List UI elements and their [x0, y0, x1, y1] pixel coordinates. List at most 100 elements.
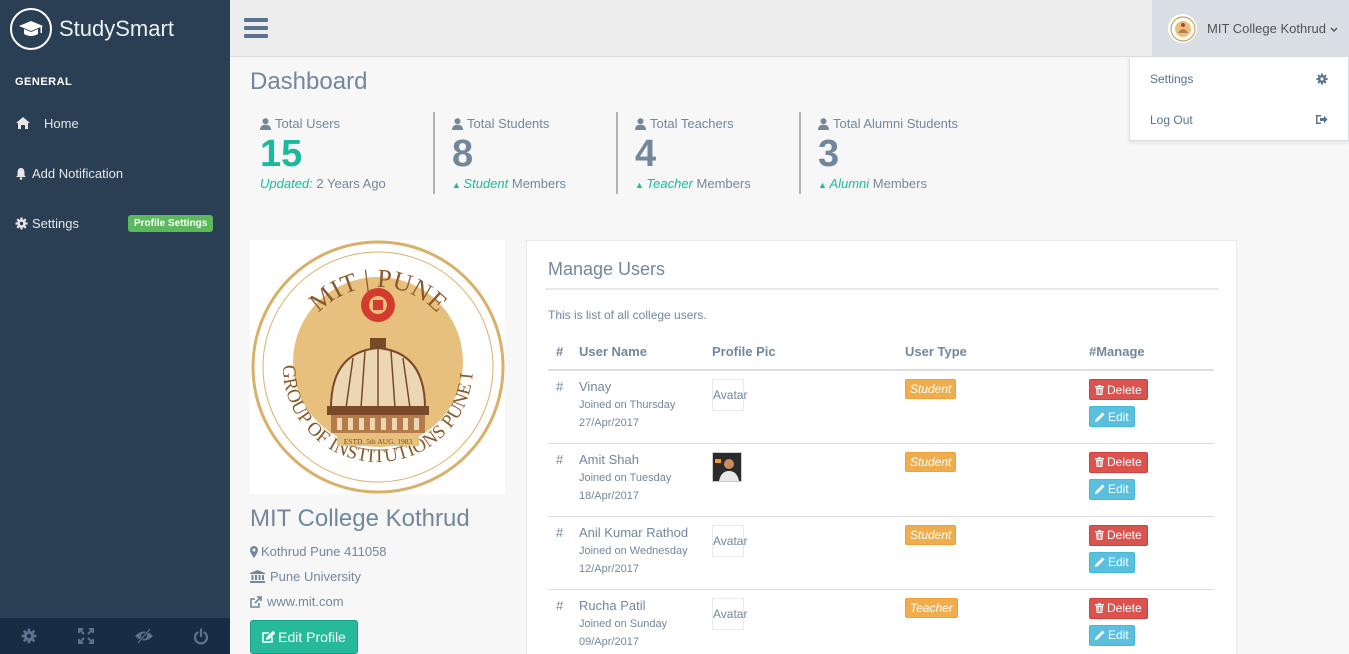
table-row: # Rucha Patil Joined on Sunday 09/Apr/201…	[548, 588, 1214, 654]
joined-day: Joined on Tuesday	[579, 471, 672, 484]
sidebar-item-add-notification[interactable]: Add Notification	[0, 148, 230, 198]
tile-bottom: ▲ Alumni Members	[818, 176, 982, 191]
trash-icon	[1095, 530, 1104, 540]
manage-users-panel: Manage Users This is list of all college…	[526, 240, 1237, 654]
manage-cell: Delete Edit	[1081, 369, 1214, 443]
edit-profile-button[interactable]: Edit Profile	[250, 620, 358, 654]
manage-cell: Delete Edit	[1081, 588, 1214, 654]
user-type-label: Student	[905, 451, 957, 472]
menu-section-title: GENERAL	[15, 76, 73, 88]
edit-button[interactable]: Edit	[1089, 406, 1135, 427]
dropdown-item-logout[interactable]: Log Out	[1130, 99, 1348, 140]
sidebar-item-home[interactable]: Home	[0, 98, 230, 148]
tile-count: 15	[260, 133, 303, 175]
col-profile-pic: Profile Pic	[704, 334, 897, 371]
tile-total-students: Total Students 8 ▲ Student Members	[433, 112, 616, 194]
panel-title: Manage Users	[548, 259, 666, 279]
footer-logout-button[interactable]	[173, 618, 231, 654]
joined-day: Joined on Wednesday	[579, 544, 688, 557]
tile-bottom-highlight: Teacher	[646, 176, 693, 191]
footer-settings-button[interactable]	[0, 618, 58, 654]
panel-divider	[545, 288, 1219, 290]
menu-toggle-icon[interactable]	[244, 18, 268, 38]
user-name: Amit Shah	[579, 451, 639, 467]
external-link-icon	[250, 595, 262, 608]
user-type-label: Teacher	[905, 597, 958, 618]
edit-button[interactable]: Edit	[1089, 551, 1135, 573]
tile-bottom-text: 2 Years Ago	[312, 176, 386, 191]
user-type-cell: Student	[897, 515, 1081, 589]
avatar: Avatar	[712, 524, 747, 557]
home-icon	[15, 116, 37, 130]
pencil-icon	[1095, 557, 1105, 567]
delete-button[interactable]: Delete	[1089, 597, 1148, 619]
edit-label: Edit	[1108, 555, 1129, 569]
delete-label: Delete	[1107, 455, 1142, 469]
edit-label: Edit	[1108, 628, 1129, 642]
caret-up-icon: ▲	[452, 180, 464, 190]
row-number: #	[548, 369, 571, 443]
joined-date: Joined on Sunday 09/Apr/2017	[579, 615, 704, 651]
table-header-row: # User Name Profile Pic User Type #Manag…	[548, 334, 1214, 371]
table-row: # Vinay Joined on Thursday 27/Apr/2017 Av…	[548, 369, 1214, 443]
dropdown-item-label: Settings	[1150, 71, 1194, 86]
caret-up-icon: ▲	[818, 180, 830, 190]
college-logo: MIT | PUNE MIT GROUP OF INSTITUTIONS PUN…	[250, 240, 505, 494]
user-icon	[818, 117, 829, 130]
footer-fullscreen-button[interactable]	[58, 618, 116, 654]
profile-website[interactable]: www.mit.com	[250, 589, 387, 614]
user-avatar	[1168, 14, 1197, 43]
tile-total-alumni: Total Alumni Students 3 ▲ Alumni Members	[799, 112, 982, 194]
user-name-cell: Anil Kumar Rathod Joined on Wednesday 12/…	[571, 515, 704, 589]
bell-icon	[15, 167, 32, 180]
dropdown-item-settings[interactable]: Settings	[1130, 58, 1348, 99]
tile-count: 8	[452, 133, 474, 175]
row-number: #	[548, 515, 571, 589]
sidebar-menu: Home Add Notification Settings Profile S…	[0, 98, 230, 248]
avatar: Avatar	[712, 597, 747, 630]
joined-date-text: 27/Apr/2017	[579, 417, 639, 429]
user-profile-dropdown[interactable]: MIT College Kothrud	[1152, 0, 1349, 57]
user-name-cell: Rucha Patil Joined on Sunday 09/Apr/2017	[571, 588, 704, 654]
tile-bottom: Updated: 2 Years Ago	[260, 176, 433, 191]
top-navbar: MIT College Kothrud	[230, 0, 1349, 57]
delete-label: Delete	[1107, 382, 1142, 397]
edit-label: Edit	[1108, 482, 1129, 496]
edit-button[interactable]: Edit	[1089, 624, 1135, 646]
tile-total-teachers: Total Teachers 4 ▲ Teacher Members	[616, 112, 799, 194]
sidebar-item-label: Home	[44, 115, 79, 131]
row-number: #	[548, 588, 571, 654]
joined-day: Joined on Sunday	[579, 617, 668, 630]
tile-bottom-text: Members	[692, 176, 751, 191]
map-marker-icon	[250, 545, 258, 558]
avatar	[712, 451, 742, 482]
delete-button[interactable]: Delete	[1089, 524, 1148, 546]
brand[interactable]: StudySmart	[0, 0, 230, 58]
joined-date-text: 18/Apr/2017	[579, 489, 639, 502]
joined-day: Joined on Thursday	[579, 399, 676, 411]
logo-estd-text: ESTD. 5th AUG. 1983	[343, 437, 412, 446]
user-name: Rucha Patil	[579, 597, 646, 613]
user-type-cell: Student	[897, 369, 1081, 443]
tile-label-wrap: Total Teachers	[635, 116, 799, 131]
edit-button[interactable]: Edit	[1089, 478, 1135, 500]
tile-bottom: ▲ Teacher Members	[635, 176, 799, 191]
profile-settings-badge[interactable]: Profile Settings	[128, 214, 214, 232]
manage-cell: Delete Edit	[1081, 515, 1214, 589]
sidebar-item-settings[interactable]: Settings Profile Settings	[0, 198, 230, 248]
joined-date: Joined on Tuesday 18/Apr/2017	[579, 469, 704, 505]
delete-button[interactable]: Delete	[1089, 379, 1148, 400]
dropdown-item-label: Log Out	[1150, 112, 1193, 127]
profile-website-link[interactable]: www.mit.com	[267, 594, 344, 609]
user-type-label: Student	[905, 524, 957, 545]
delete-button[interactable]: Delete	[1089, 451, 1148, 473]
edit-label: Edit	[1108, 409, 1129, 424]
delete-label: Delete	[1107, 601, 1142, 615]
gear-icon	[1316, 72, 1328, 85]
sidebar-item-label: Settings	[32, 215, 79, 231]
profile-pic-cell	[704, 442, 897, 516]
tile-label: Total Alumni Students	[833, 116, 959, 131]
footer-lock-button[interactable]	[115, 618, 173, 654]
col-number: #	[548, 334, 571, 371]
profile-university: Pune University	[250, 564, 387, 589]
